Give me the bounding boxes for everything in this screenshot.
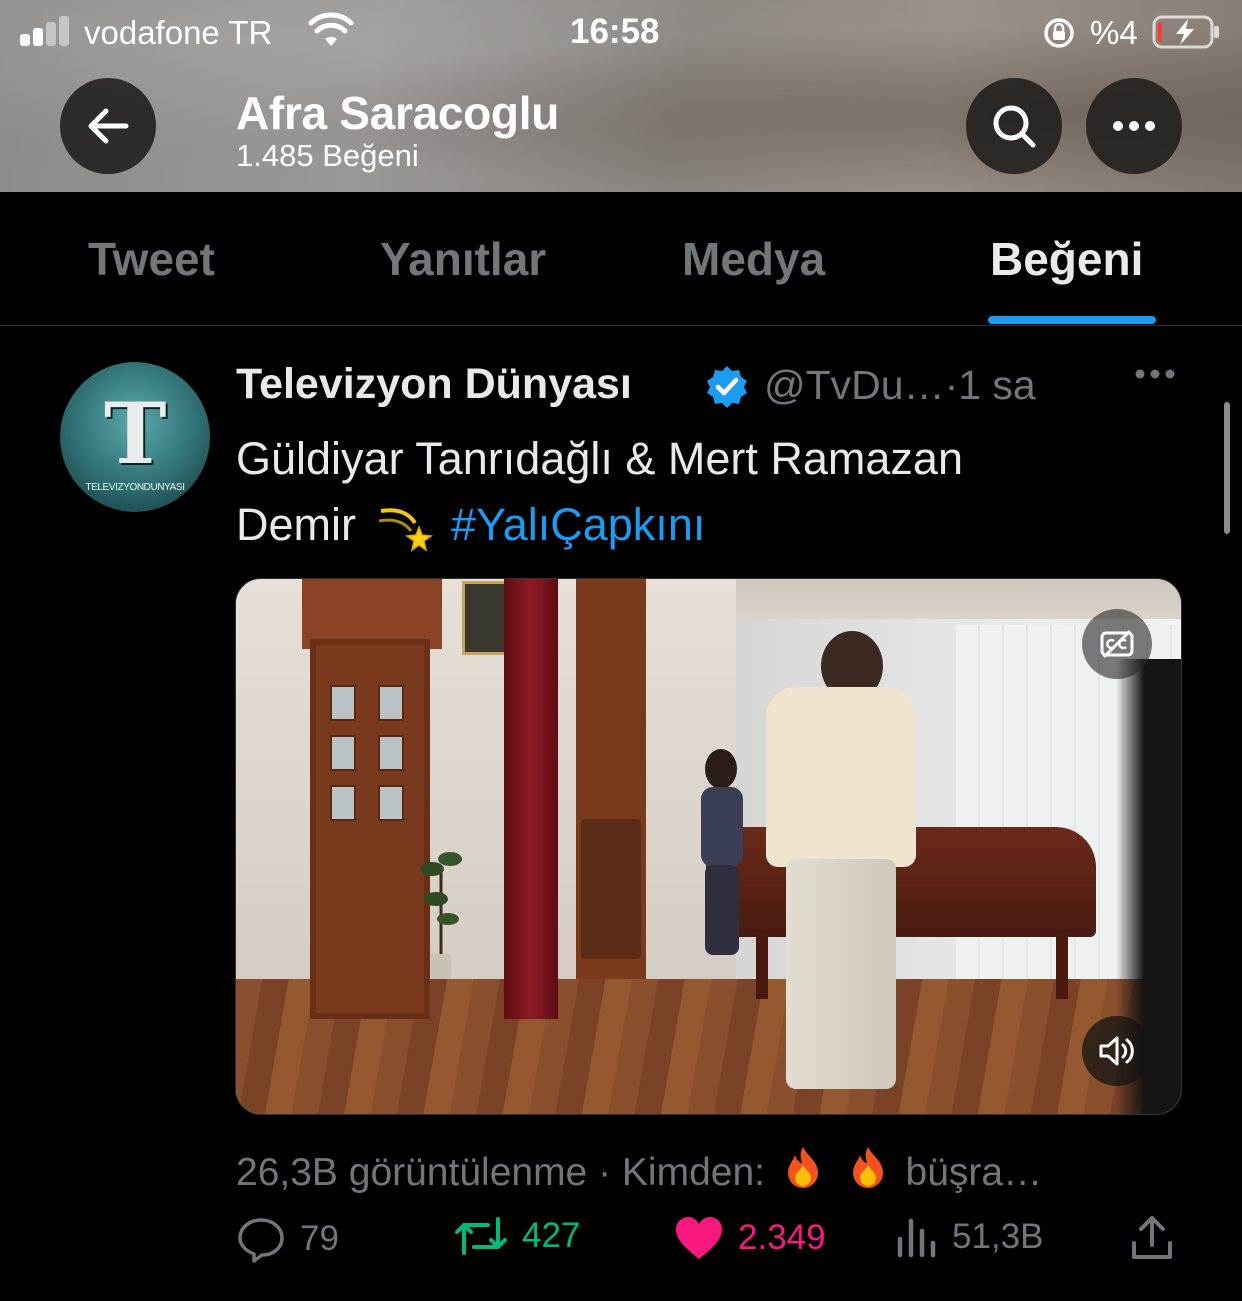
analytics-bars-icon bbox=[897, 1218, 936, 1258]
like-button[interactable]: 2.349 bbox=[674, 1215, 826, 1261]
video-scene-pianist bbox=[701, 749, 743, 955]
tab-tweets[interactable]: Tweet bbox=[88, 232, 215, 286]
more-horizontal-icon bbox=[1113, 121, 1155, 131]
retweet-button[interactable]: 427 bbox=[454, 1215, 580, 1257]
dizzy-emoji-icon bbox=[378, 508, 433, 552]
handle-text: @TvDu… bbox=[764, 362, 945, 408]
tweet-actions: 79 427 2.349 51,3B bbox=[0, 1215, 1242, 1285]
profile-likes-count: 1.485 Beğeni bbox=[236, 138, 419, 173]
share-upload-icon bbox=[1132, 1216, 1172, 1259]
closed-captions-icon bbox=[1100, 629, 1134, 659]
tweet-author-name[interactable]: Televizyon Dünyası bbox=[236, 360, 632, 409]
tweet-meta: 26,3B görüntülenme · Kimden: büşra… bbox=[236, 1145, 1042, 1195]
tab-likes[interactable]: Beğeni bbox=[990, 232, 1143, 286]
like-count: 2.349 bbox=[738, 1218, 826, 1257]
retweet-icon bbox=[455, 1217, 507, 1255]
tab-media[interactable]: Medya bbox=[682, 232, 825, 286]
back-button[interactable] bbox=[60, 78, 156, 174]
retweet-count: 427 bbox=[522, 1216, 581, 1255]
status-bar: vodafone TR 16:58 %4 bbox=[0, 0, 1242, 64]
tweet-text-line2: Demir bbox=[236, 499, 356, 550]
wifi-icon bbox=[308, 12, 354, 46]
author-avatar[interactable]: T TELEVIZYONDUNYASI bbox=[60, 362, 210, 512]
more-options-button[interactable] bbox=[1086, 78, 1182, 174]
verified-badge-icon bbox=[707, 366, 747, 408]
signal-icon bbox=[20, 14, 72, 46]
video-scene-curtain bbox=[504, 579, 558, 1019]
tweet-text-line1: Güldiyar Tanrıdağlı & Mert Ramazan bbox=[236, 433, 963, 484]
scrollbar[interactable] bbox=[1224, 402, 1230, 534]
fire-emoji-icon bbox=[852, 1147, 883, 1188]
clock: 16:58 bbox=[570, 12, 660, 51]
orientation-lock-icon bbox=[1044, 18, 1074, 48]
profile-header-banner: vodafone TR 16:58 %4 Afra Saracoglu 1.48… bbox=[0, 0, 1242, 192]
avatar-logo-letter: T bbox=[104, 384, 167, 483]
reply-icon bbox=[238, 1218, 284, 1263]
tweet-author-handle: @TvDu…·1 sa bbox=[764, 362, 1036, 409]
tweet-more-icon[interactable] bbox=[1134, 368, 1176, 380]
search-button[interactable] bbox=[966, 78, 1062, 174]
views-button[interactable]: 51,3B bbox=[894, 1215, 1043, 1259]
tweet-hashtag-link[interactable]: #YalıÇapkını bbox=[451, 499, 705, 550]
tweet-video-player[interactable] bbox=[235, 578, 1182, 1115]
arrow-left-icon bbox=[88, 108, 129, 144]
tweet-view-count: 26,3B görüntülenme · Kimden: bbox=[236, 1151, 765, 1194]
battery-charging-icon bbox=[1152, 15, 1219, 49]
tweet-time: ·1 sa bbox=[944, 362, 1036, 408]
reply-button[interactable]: 79 bbox=[236, 1215, 339, 1263]
speaker-icon bbox=[1099, 1036, 1134, 1066]
battery-percentage: %4 bbox=[1090, 14, 1138, 51]
closed-captions-button[interactable] bbox=[1082, 609, 1152, 679]
fire-emoji-icon bbox=[787, 1147, 818, 1188]
video-scene-chair bbox=[581, 819, 641, 959]
video-scene-man-shirt bbox=[766, 687, 916, 867]
share-button[interactable] bbox=[1130, 1215, 1174, 1261]
active-tab-indicator bbox=[988, 316, 1156, 324]
video-scene-plant bbox=[420, 852, 462, 979]
avatar-logo-text: TELEVIZYONDUNYASI bbox=[85, 482, 185, 493]
heart-filled-icon bbox=[676, 1217, 722, 1259]
tab-replies[interactable]: Yanıtlar bbox=[380, 232, 546, 286]
tweet-source-user[interactable]: büşra… bbox=[906, 1151, 1043, 1194]
carrier-name: vodafone TR bbox=[84, 14, 273, 51]
video-scene-man-pants bbox=[786, 859, 896, 1089]
profile-name: Afra Saracoglu bbox=[236, 87, 560, 139]
tweet-text: Güldiyar Tanrıdağlı & Mert Ramazan Demir… bbox=[236, 426, 1166, 558]
reply-count: 79 bbox=[300, 1219, 339, 1258]
mute-button[interactable] bbox=[1082, 1016, 1152, 1086]
view-count: 51,3B bbox=[952, 1217, 1044, 1256]
profile-nav-bar: Afra Saracoglu 1.485 Beğeni bbox=[0, 64, 1242, 192]
video-scene-door bbox=[310, 639, 430, 1019]
search-icon bbox=[993, 105, 1036, 148]
profile-tabs: Tweet Yanıtlar Medya Beğeni bbox=[0, 192, 1242, 326]
